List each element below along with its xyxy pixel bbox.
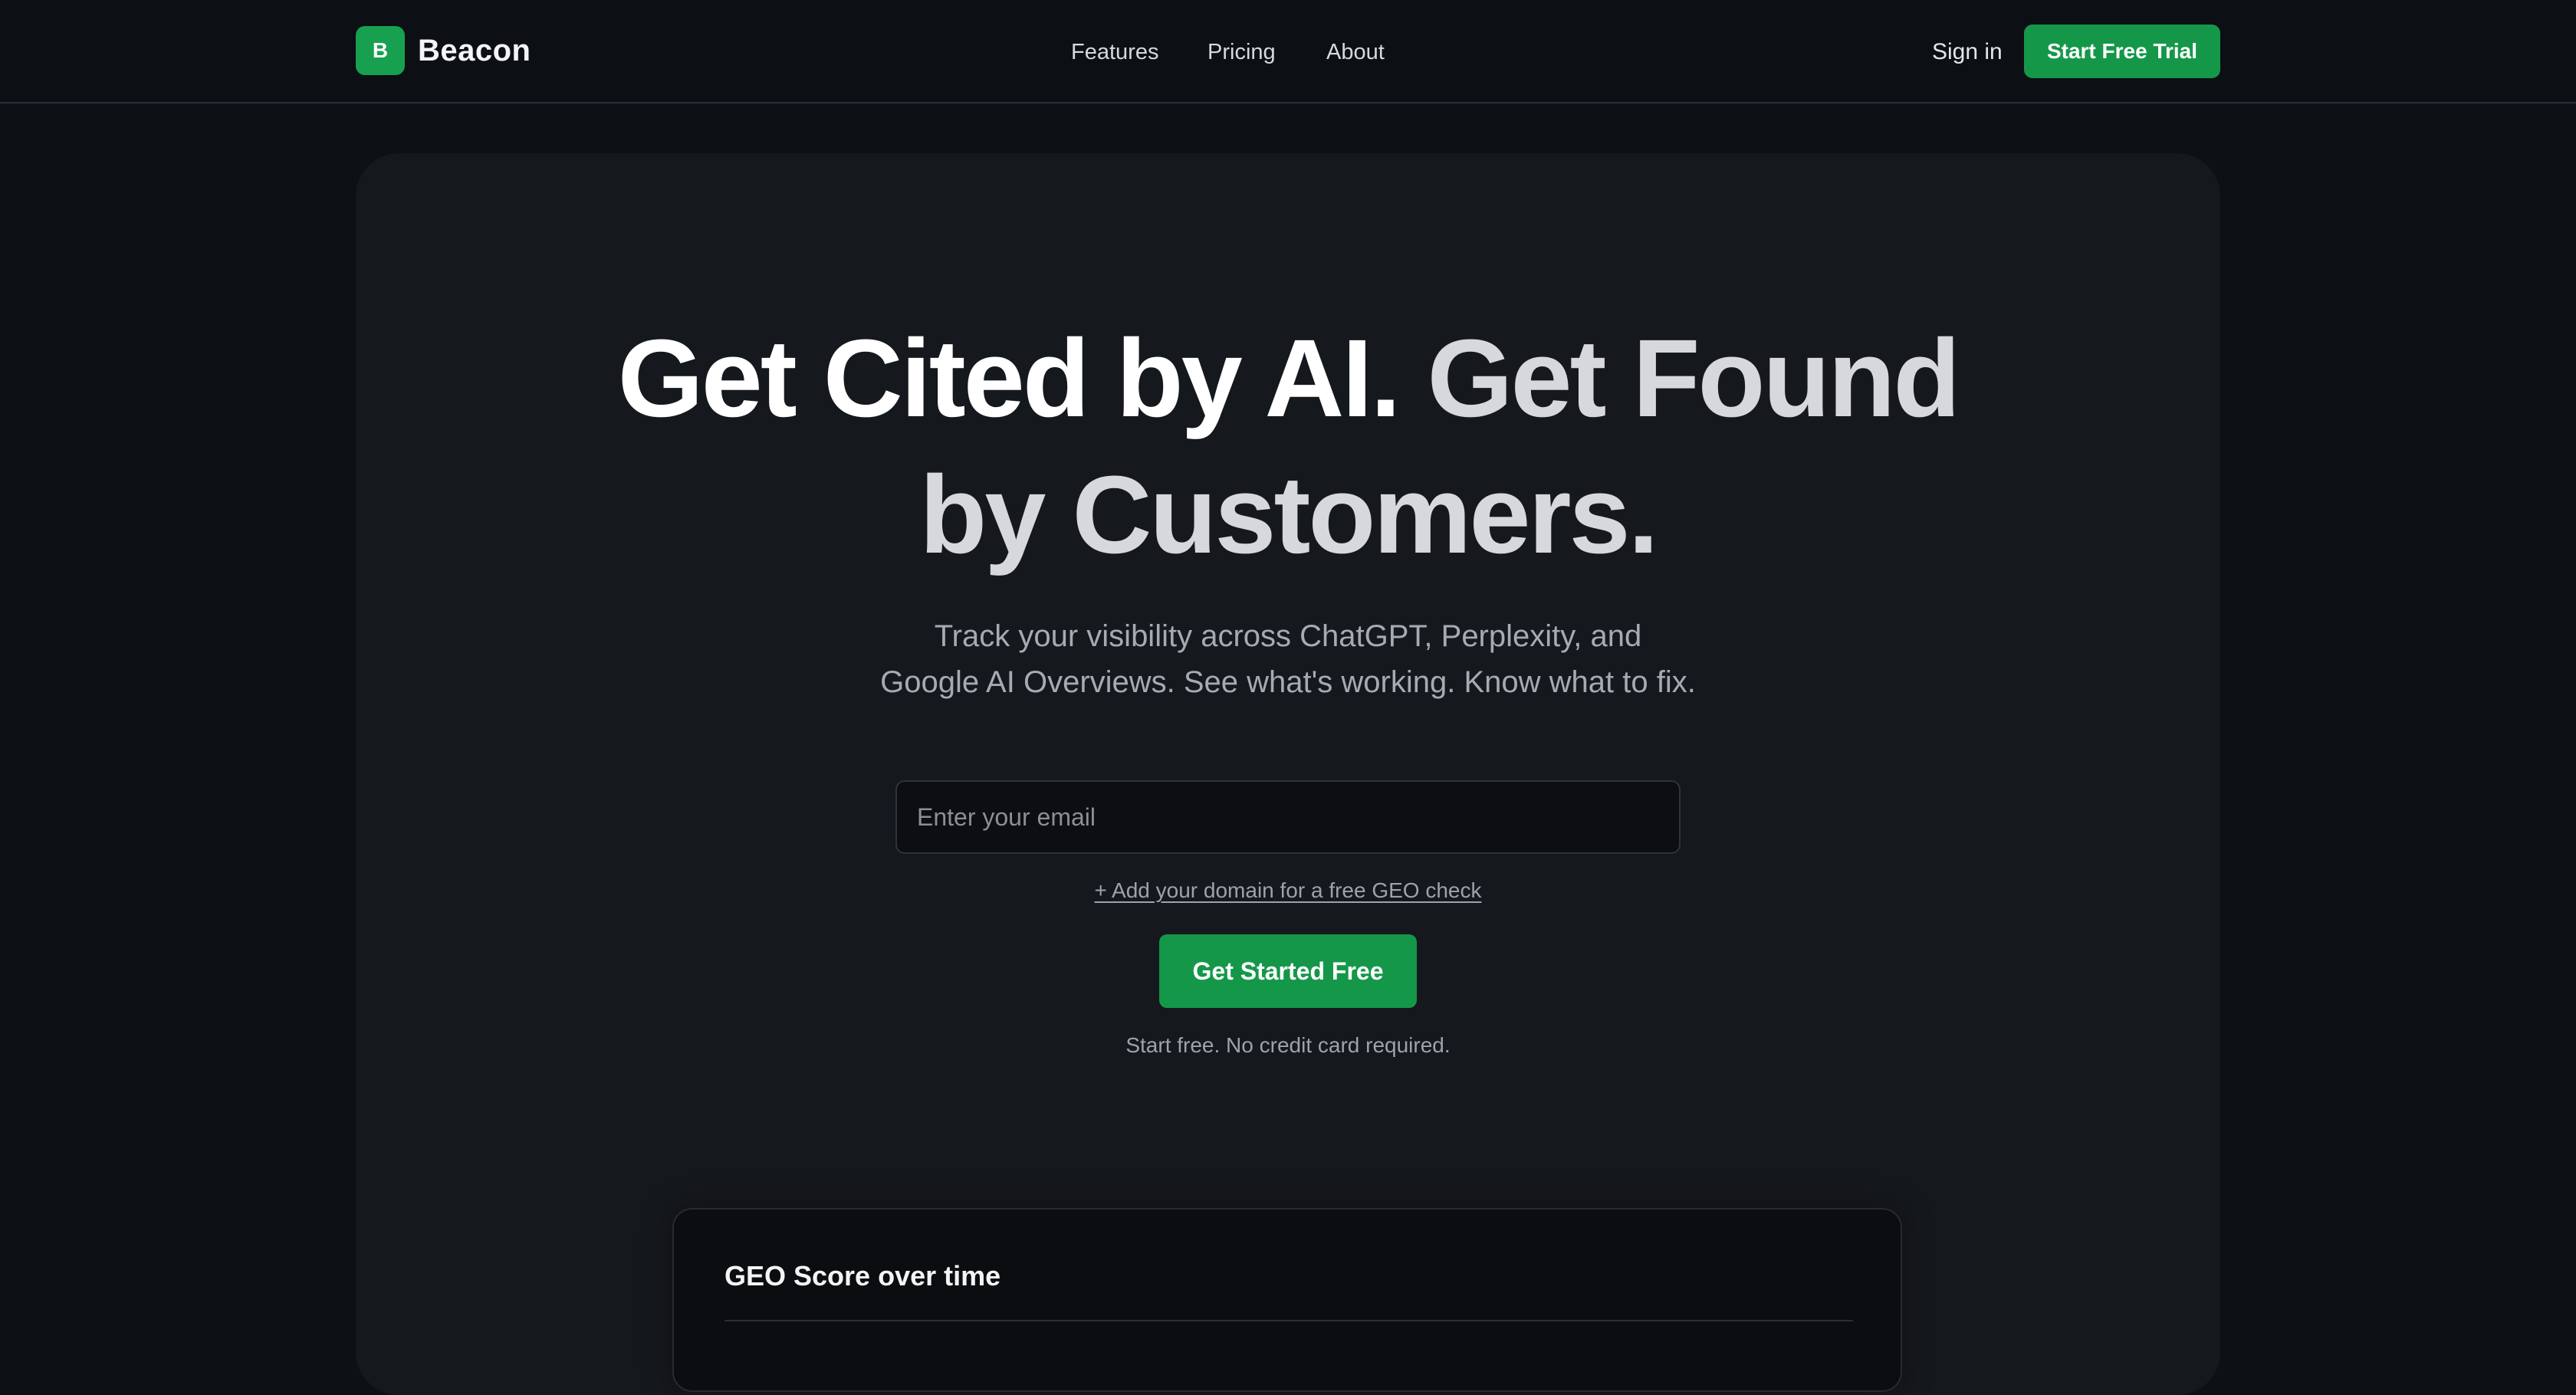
sign-in-link[interactable]: Sign in (1932, 34, 2003, 71)
add-domain-link[interactable]: + Add your domain for a free GEO check (1094, 878, 1481, 902)
hero-headline-secondary-line2: by Customers. (919, 453, 1658, 576)
get-started-free-button[interactable]: Get Started Free (1159, 934, 1417, 1008)
geo-score-card: GEO Score over time (672, 1208, 1902, 1392)
hero-headline-secondary-line1: Get Found (1427, 317, 1960, 440)
nav-link-about[interactable]: About (1326, 40, 1385, 65)
hero-subtitle-line2: Google AI Overviews. See what's working.… (880, 665, 1696, 699)
hero-headline: Get Cited by AI. Get Found by Customers. (0, 310, 2576, 583)
brand-logo[interactable]: B Beacon (356, 26, 531, 75)
brand-name: Beacon (418, 33, 531, 67)
top-navigation-bar: B Beacon Features Pricing About Sign in … (0, 0, 2576, 103)
nav-link-features[interactable]: Features (1071, 40, 1158, 65)
nav-link-pricing[interactable]: Pricing (1208, 40, 1276, 65)
geo-score-card-title: GEO Score over time (724, 1260, 1001, 1292)
geo-score-card-divider (724, 1320, 1853, 1321)
beacon-logo-icon: B (356, 26, 405, 75)
add-domain-link-wrapper: + Add your domain for a free GEO check (0, 878, 2576, 903)
hero-fine-print: Start free. No credit card required. (1125, 1033, 1451, 1057)
hero-subtitle: Track your visibility across ChatGPT, Pe… (0, 613, 2576, 705)
email-input[interactable] (895, 780, 1681, 854)
hero-subtitle-line1: Track your visibility across ChatGPT, Pe… (934, 619, 1642, 653)
start-free-trial-button[interactable]: Start Free Trial (2024, 25, 2220, 78)
hero-headline-primary: Get Cited by AI. (617, 317, 1401, 440)
